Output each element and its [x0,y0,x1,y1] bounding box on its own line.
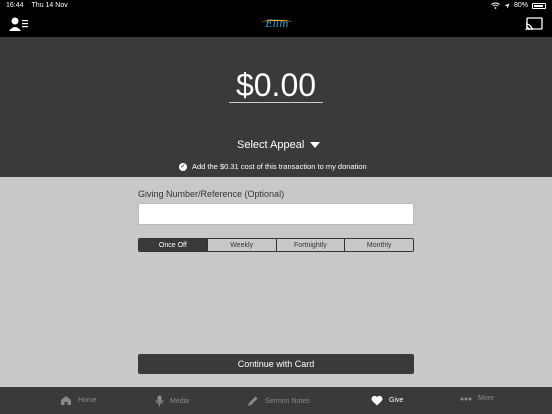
status-time: 16:44 [6,2,24,9]
tab-sermon-notes-label: Sermon Notes [265,397,310,405]
fee-note: Add the $0.31 cost of this transaction t… [192,162,367,171]
microphone-icon [155,395,164,407]
select-appeal-dropdown[interactable]: Select Appeal [237,139,321,151]
tab-more-label: More [478,395,494,402]
elim-logo: Elim [262,18,292,30]
checkmark-icon[interactable]: ✓ [179,162,187,171]
fee-checkbox-row[interactable]: ✓ Add the $0.31 cost of this transaction… [179,162,367,171]
location-icon [504,3,510,8]
wifi-icon [491,2,500,9]
tab-bar: Home Media Sermon Notes Give More [0,387,552,414]
frequency-fortnightly[interactable]: Fortnightly [275,239,345,251]
donation-panel: $0.00 Select Appeal ✓ Add the $0.31 cost… [0,37,552,177]
tab-home[interactable]: Home [60,395,97,406]
dropdown-triangle-icon [310,142,321,148]
form-area: Giving Number/Reference (Optional) Once … [0,177,552,387]
tab-give-label: Give [389,397,404,404]
frequency-weekly[interactable]: Weekly [206,239,276,251]
reference-label: Giving Number/Reference (Optional) [138,189,285,199]
frequency-once-off[interactable]: Once Off [139,239,207,251]
tab-give[interactable]: Give [371,395,403,406]
battery-percent: 80% [513,2,528,9]
home-icon [61,396,71,405]
pencil-icon [248,396,258,406]
heart-icon [371,395,383,406]
frequency-monthly[interactable]: Monthly [344,239,413,251]
tab-sermon-notes[interactable]: Sermon Notes [247,395,310,407]
tab-media[interactable]: Media [155,395,189,407]
cast-icon[interactable] [525,17,543,31]
more-dots-icon [460,397,472,400]
reference-input[interactable] [138,203,414,225]
battery-icon [532,2,546,9]
tab-media-label: Media [170,397,190,405]
frequency-selector: Once Off Weekly Fortnightly Monthly [138,238,414,252]
continue-with-card-button[interactable]: Continue with Card [138,354,414,374]
profile-menu-icon[interactable] [9,17,29,31]
select-appeal-label: Select Appeal [237,139,305,151]
status-bar: 16:44 Thu 14 Nov 80% [0,0,552,11]
donation-amount-input[interactable]: $0.00 [229,67,323,103]
status-date: Thu 14 Nov [31,2,68,9]
tab-more[interactable]: More [460,395,494,402]
nav-bar: Elim [0,11,552,37]
tab-home-label: Home [78,397,97,404]
